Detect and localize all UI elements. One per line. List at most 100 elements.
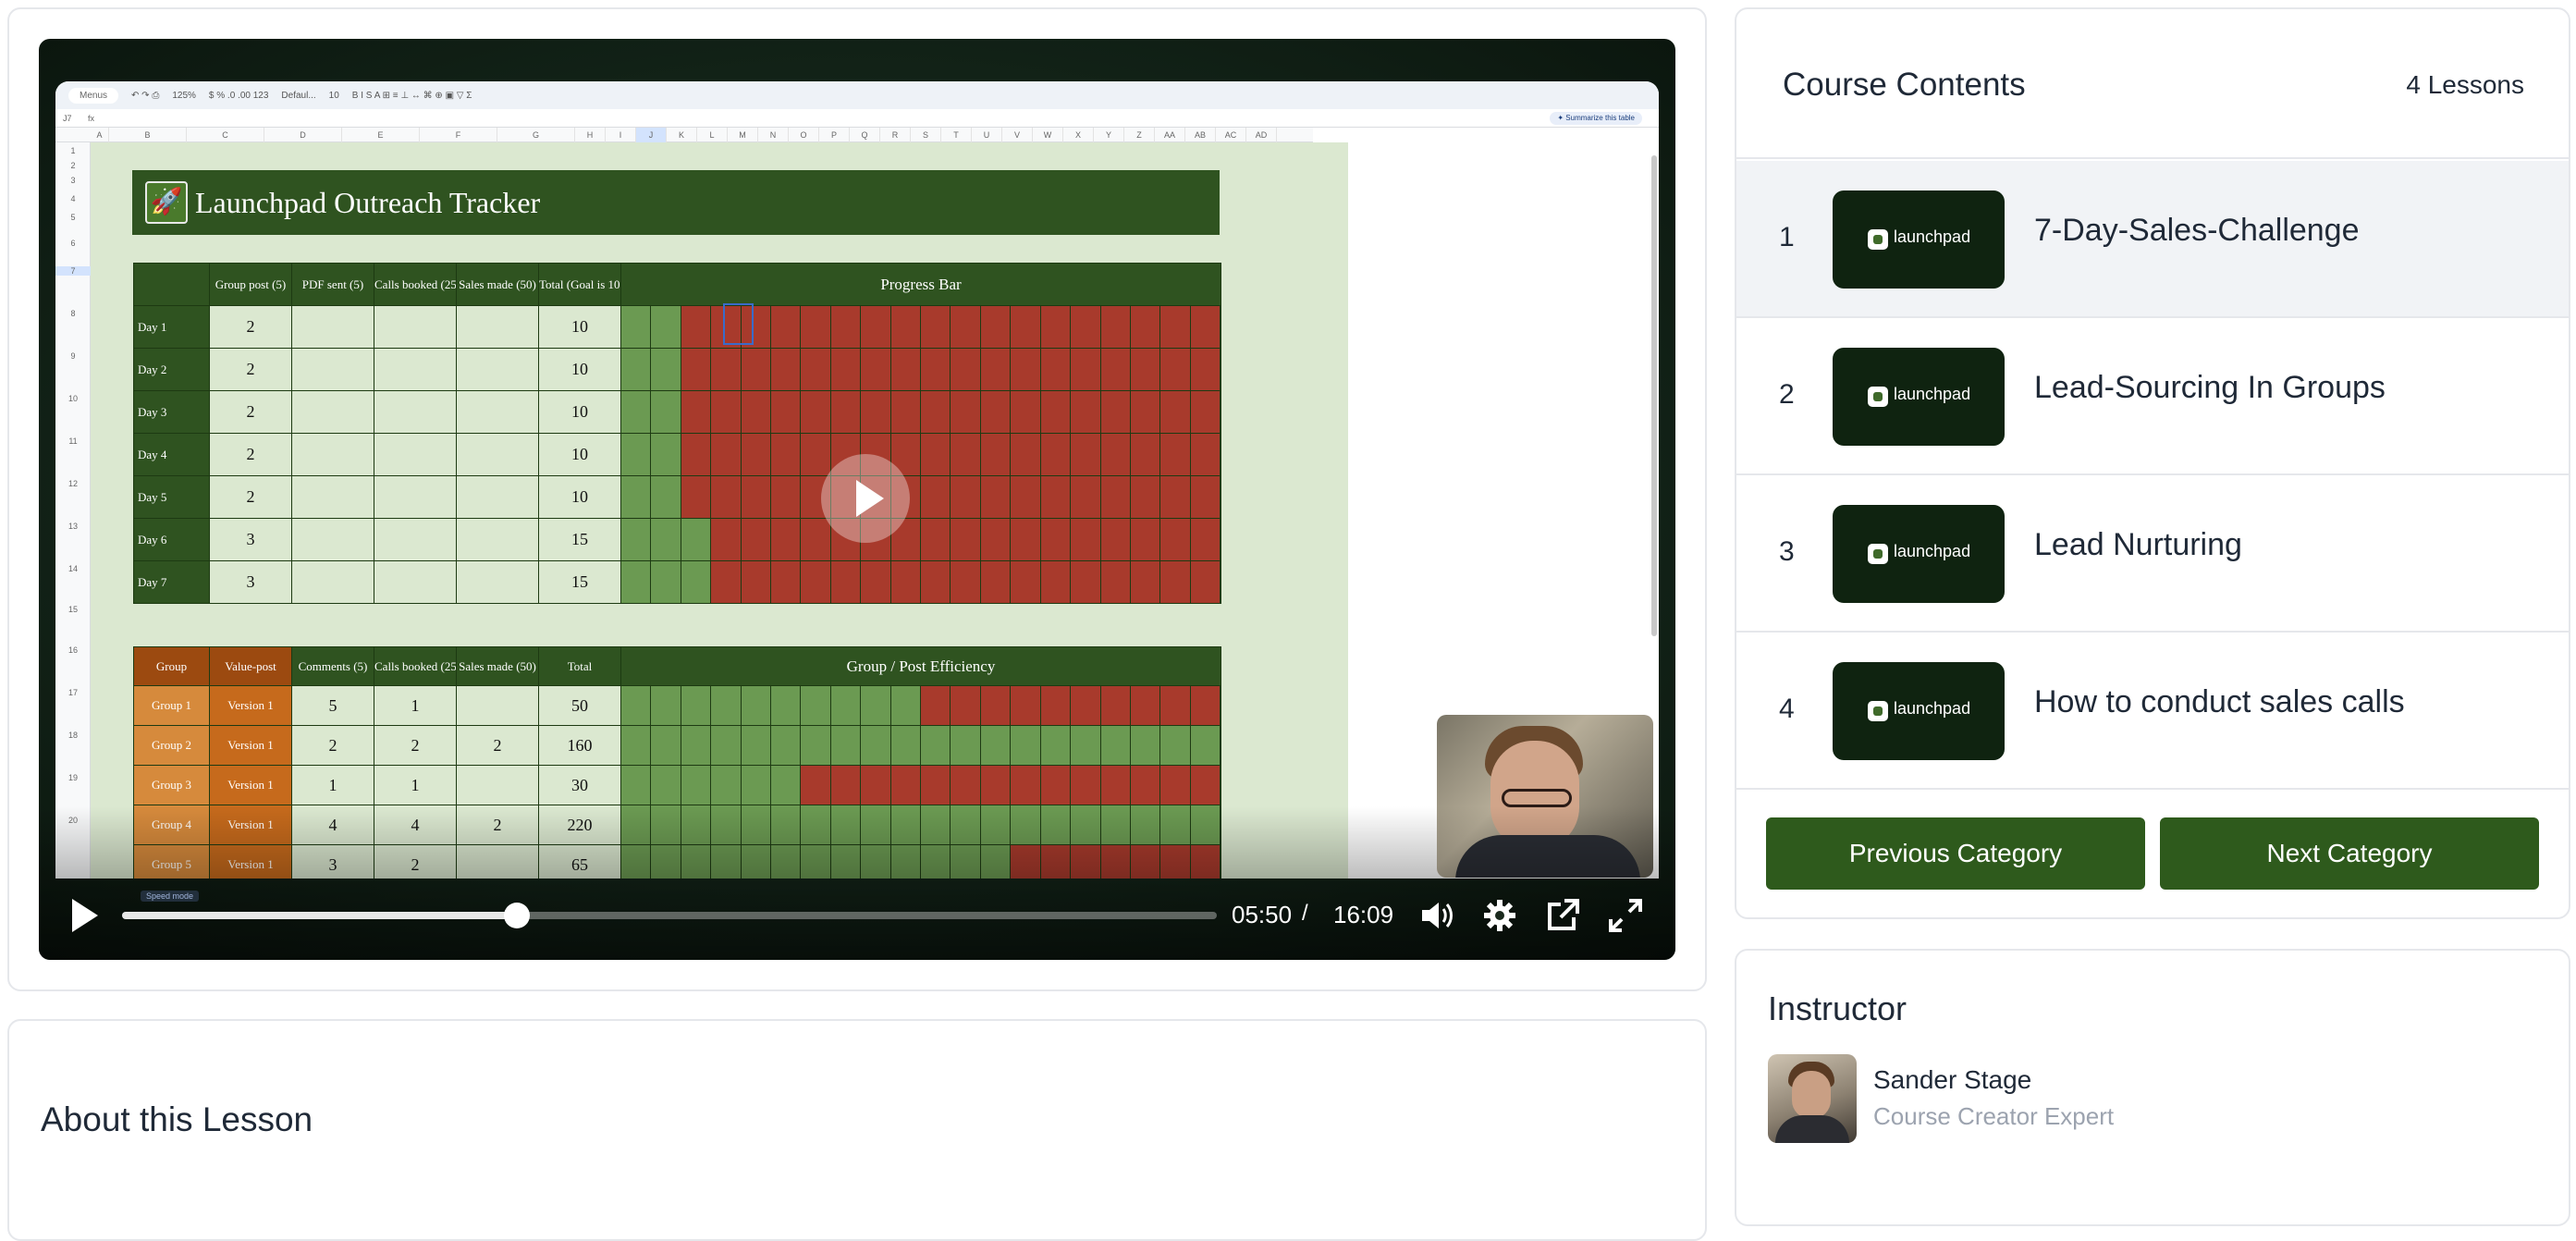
progress-thumb[interactable] bbox=[504, 903, 531, 928]
row-header[interactable]: 10 bbox=[55, 394, 91, 403]
column-header[interactable]: K bbox=[667, 128, 697, 142]
column-header[interactable]: R bbox=[880, 128, 911, 142]
video-player[interactable]: Menus ↶ ↷ ⎙ 125% $ % .0 .00 123 Defaul..… bbox=[39, 39, 1675, 960]
cell-calls[interactable] bbox=[374, 518, 457, 561]
previous-category-button[interactable]: Previous Category bbox=[1766, 817, 2145, 890]
lesson-item[interactable]: 1 launchpad 7-Day-Sales-Challenge bbox=[1736, 161, 2569, 318]
row-header[interactable]: 17 bbox=[55, 688, 91, 697]
column-header[interactable]: Z bbox=[1124, 128, 1155, 142]
row-header[interactable]: 8 bbox=[55, 309, 91, 318]
row-header[interactable]: 19 bbox=[55, 773, 91, 782]
cell-sales[interactable] bbox=[456, 433, 539, 476]
row-header[interactable]: 6 bbox=[55, 239, 91, 248]
cell-sales[interactable]: 2 bbox=[456, 725, 539, 766]
lesson-item[interactable]: 2 launchpad Lead-Sourcing In Groups bbox=[1736, 318, 2569, 475]
progress-bar[interactable] bbox=[122, 903, 1217, 928]
volume-icon[interactable] bbox=[1418, 897, 1455, 934]
cell-total[interactable]: 160 bbox=[538, 725, 621, 766]
row-header[interactable]: 11 bbox=[55, 436, 91, 446]
column-header[interactable]: AB bbox=[1185, 128, 1216, 142]
lesson-item[interactable]: 3 launchpad Lead Nurturing bbox=[1736, 475, 2569, 633]
cell-sales[interactable] bbox=[456, 765, 539, 805]
row-header[interactable]: 16 bbox=[55, 645, 91, 655]
cell-calls[interactable]: 1 bbox=[374, 765, 457, 805]
column-header[interactable]: E bbox=[342, 128, 420, 142]
cell-group_post[interactable]: 2 bbox=[209, 433, 292, 476]
cell-group_post[interactable]: 2 bbox=[209, 475, 292, 519]
cell-calls[interactable] bbox=[374, 475, 457, 519]
cell-sales[interactable] bbox=[456, 305, 539, 349]
cell-sales[interactable] bbox=[456, 560, 539, 604]
column-header[interactable]: G bbox=[497, 128, 575, 142]
column-header[interactable]: W bbox=[1033, 128, 1063, 142]
column-header[interactable]: T bbox=[941, 128, 972, 142]
instructor-name[interactable]: Sander Stage bbox=[1873, 1065, 2031, 1095]
row-header[interactable]: 7 bbox=[55, 266, 91, 276]
column-header[interactable]: I bbox=[606, 128, 636, 142]
cell-sales[interactable] bbox=[456, 685, 539, 726]
row-header[interactable]: 15 bbox=[55, 605, 91, 614]
column-header[interactable]: D bbox=[264, 128, 342, 142]
fullscreen-icon[interactable] bbox=[1607, 897, 1644, 934]
cell-pdf[interactable] bbox=[291, 433, 374, 476]
column-header[interactable]: O bbox=[789, 128, 819, 142]
column-header[interactable]: F bbox=[420, 128, 497, 142]
cell-pdf[interactable] bbox=[291, 560, 374, 604]
row-header[interactable]: 14 bbox=[55, 564, 91, 573]
row-header[interactable]: 3 bbox=[55, 176, 91, 185]
row-header[interactable]: 1 bbox=[55, 146, 91, 155]
cell-calls[interactable]: 2 bbox=[374, 725, 457, 766]
cell-sales[interactable] bbox=[456, 390, 539, 434]
column-header[interactable]: X bbox=[1063, 128, 1094, 142]
instructor-avatar[interactable] bbox=[1768, 1054, 1857, 1143]
cell-calls[interactable] bbox=[374, 560, 457, 604]
row-header[interactable]: 13 bbox=[55, 522, 91, 531]
column-header[interactable]: V bbox=[1002, 128, 1033, 142]
cell-group_post[interactable]: 2 bbox=[209, 390, 292, 434]
cell-group_post[interactable]: 2 bbox=[209, 305, 292, 349]
cell-comments[interactable]: 1 bbox=[291, 765, 374, 805]
column-header[interactable]: H bbox=[575, 128, 606, 142]
column-header[interactable]: Q bbox=[850, 128, 880, 142]
popout-icon[interactable] bbox=[1544, 897, 1581, 934]
column-header[interactable]: Y bbox=[1094, 128, 1124, 142]
cell-total[interactable]: 10 bbox=[538, 305, 621, 349]
next-category-button[interactable]: Next Category bbox=[2160, 817, 2539, 890]
settings-gear-icon[interactable] bbox=[1481, 897, 1518, 934]
column-header[interactable]: L bbox=[697, 128, 728, 142]
column-header[interactable]: J bbox=[636, 128, 667, 142]
lesson-item[interactable]: 4 launchpad How to conduct sales calls bbox=[1736, 633, 2569, 790]
column-header[interactable]: B bbox=[109, 128, 187, 142]
column-header[interactable]: S bbox=[911, 128, 941, 142]
cell-pdf[interactable] bbox=[291, 348, 374, 391]
column-header[interactable]: N bbox=[758, 128, 789, 142]
column-header[interactable]: AD bbox=[1246, 128, 1277, 142]
column-header[interactable]: AC bbox=[1216, 128, 1246, 142]
cell-comments[interactable]: 5 bbox=[291, 685, 374, 726]
cell-total[interactable]: 30 bbox=[538, 765, 621, 805]
cell-calls[interactable] bbox=[374, 433, 457, 476]
cell-total[interactable]: 50 bbox=[538, 685, 621, 726]
cell-total[interactable]: 10 bbox=[538, 390, 621, 434]
cell-sales[interactable] bbox=[456, 518, 539, 561]
cell-sales[interactable] bbox=[456, 348, 539, 391]
row-header[interactable]: 2 bbox=[55, 161, 91, 170]
row-header[interactable]: 4 bbox=[55, 194, 91, 203]
cell-calls[interactable] bbox=[374, 348, 457, 391]
column-header[interactable]: AA bbox=[1155, 128, 1185, 142]
cell-total[interactable]: 15 bbox=[538, 518, 621, 561]
cell-group_post[interactable]: 3 bbox=[209, 560, 292, 604]
cell-sales[interactable] bbox=[456, 475, 539, 519]
column-header[interactable]: A bbox=[91, 128, 109, 142]
play-icon[interactable] bbox=[68, 899, 98, 932]
row-header[interactable]: 5 bbox=[55, 213, 91, 222]
column-header[interactable]: M bbox=[728, 128, 758, 142]
cell-group_post[interactable]: 2 bbox=[209, 348, 292, 391]
cell-group_post[interactable]: 3 bbox=[209, 518, 292, 561]
row-header[interactable]: 18 bbox=[55, 731, 91, 740]
row-header[interactable]: 9 bbox=[55, 351, 91, 361]
cell-total[interactable]: 10 bbox=[538, 348, 621, 391]
cell-total[interactable]: 10 bbox=[538, 433, 621, 476]
row-header[interactable]: 12 bbox=[55, 479, 91, 488]
cell-total[interactable]: 15 bbox=[538, 560, 621, 604]
